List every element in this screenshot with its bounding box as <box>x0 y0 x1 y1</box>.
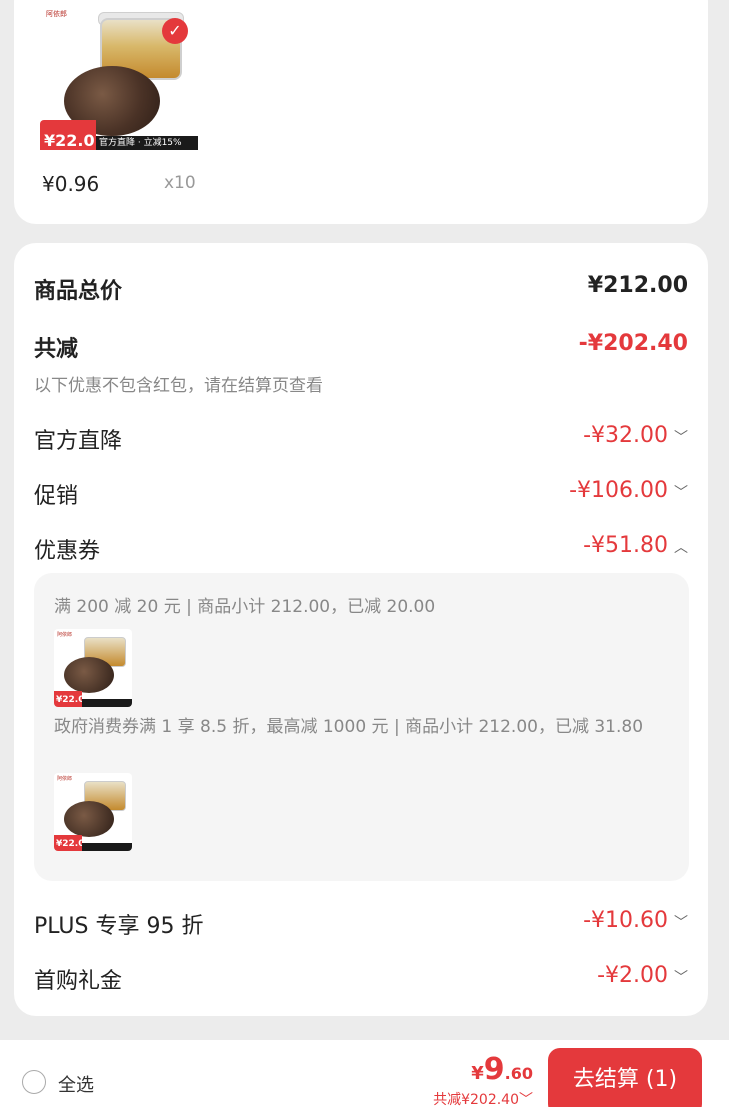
discount-row-official[interactable]: 官方直降 -¥32.00 ﹀ <box>34 423 688 459</box>
discount-value: -¥106.00 <box>569 478 668 503</box>
chevron-down-icon[interactable]: ﹀ <box>674 967 688 987</box>
chevron-up-icon[interactable]: ︿ <box>674 537 688 557</box>
product-image[interactable]: 阿依郎 ✓ ¥22.0 官方直降 · 立减15% <box>40 8 198 150</box>
discount-row-first-purchase[interactable]: 首购礼金 -¥2.00 ﹀ <box>34 963 688 999</box>
reduce-value: -¥202.40 <box>578 331 688 356</box>
price-summary-card: 商品总价 ¥212.00 共减 -¥202.40 以下优惠不包含红包，请在结算页… <box>14 243 708 1016</box>
discount-row-plus[interactable]: PLUS 专享 95 折 -¥10.60 ﹀ <box>34 908 688 944</box>
discount-value: -¥2.00 <box>597 963 668 988</box>
chevron-down-icon: ﹀ <box>519 1092 533 1107</box>
discount-label: 促销 <box>34 484 79 509</box>
coupon-detail-box: 满 200 减 20 元 | 商品小计 212.00，已减 20.00 阿依郎 … <box>34 573 689 881</box>
product-brand: 阿依郎 <box>46 10 67 18</box>
chevron-down-icon[interactable]: ﹀ <box>674 427 688 447</box>
discount-row-promo[interactable]: 促销 -¥106.00 ﹀ <box>34 478 688 514</box>
cart-item-card: 阿依郎 ✓ ¥22.0 官方直降 · 立减15% ¥0.96 x10 <box>14 0 708 224</box>
thumb-strip <box>82 699 132 707</box>
discount-row-coupon[interactable]: 优惠券 -¥51.80 ︿ <box>34 533 688 569</box>
total-label: 商品总价 <box>34 279 123 304</box>
price-currency: ¥ <box>471 1063 484 1084</box>
reduce-row: 共减 -¥202.40 <box>34 331 688 367</box>
price-decimal: .60 <box>504 1064 533 1083</box>
thumb-price-tag: ¥22.0 <box>54 835 84 851</box>
coupon-product-thumb: 阿依郎 ¥22.0 <box>54 773 132 851</box>
chevron-down-icon[interactable]: ﹀ <box>674 482 688 502</box>
discount-note: 以下优惠不包含红包，请在结算页查看 <box>34 376 323 396</box>
coupon-text: 政府消费券满 1 享 8.5 折，最高减 1000 元 | 商品小计 212.0… <box>54 717 644 737</box>
select-all-radio[interactable] <box>22 1070 46 1094</box>
chevron-down-icon[interactable]: ﹀ <box>674 912 688 932</box>
reduce-label: 共减 <box>34 337 79 362</box>
discount-label: 优惠券 <box>34 539 101 564</box>
quantity: x10 <box>164 173 196 193</box>
thumb-brand: 阿依郎 <box>57 632 73 638</box>
select-all-label[interactable]: 全选 <box>58 1071 94 1097</box>
thumb-strip <box>82 843 132 851</box>
product-promo-strip: 官方直降 · 立减15% <box>96 136 198 150</box>
price-integer: 9 <box>483 1052 505 1087</box>
saved-text: 共减¥202.40 <box>433 1092 519 1107</box>
thumb-price-tag: ¥22.0 <box>54 691 84 707</box>
total-price: ¥9.60 <box>471 1052 533 1087</box>
thumb-brand: 阿依郎 <box>57 776 73 782</box>
discount-label: 首购礼金 <box>34 969 123 994</box>
discount-value: -¥32.00 <box>583 423 668 448</box>
saved-amount[interactable]: 共减¥202.40﹀ <box>433 1089 533 1107</box>
product-price-tag: ¥22.0 官方直降 · 立减15% <box>40 120 198 150</box>
product-tag-subtext <box>96 126 198 136</box>
coupon-product-thumb: 阿依郎 ¥22.0 <box>54 629 132 707</box>
selected-check-icon[interactable]: ✓ <box>162 18 188 44</box>
thumb-snack-graphic <box>64 657 114 693</box>
total-row: 商品总价 ¥212.00 <box>34 273 688 309</box>
product-tag-price: ¥22.0 <box>40 120 96 150</box>
unit-price: ¥0.96 <box>42 172 100 196</box>
thumb-snack-graphic <box>64 801 114 837</box>
discount-label: 官方直降 <box>34 429 123 454</box>
discount-label: PLUS 专享 95 折 <box>34 914 204 939</box>
discount-value: -¥10.60 <box>583 908 668 933</box>
coupon-text: 满 200 减 20 元 | 商品小计 212.00，已减 20.00 <box>54 597 436 617</box>
total-value: ¥212.00 <box>587 273 688 298</box>
discount-value: -¥51.80 <box>583 533 668 558</box>
checkout-bar: 全选 ¥9.60 共减¥202.40﹀ 去结算 (1) <box>0 1040 729 1107</box>
checkout-button[interactable]: 去结算 (1) <box>548 1048 702 1107</box>
